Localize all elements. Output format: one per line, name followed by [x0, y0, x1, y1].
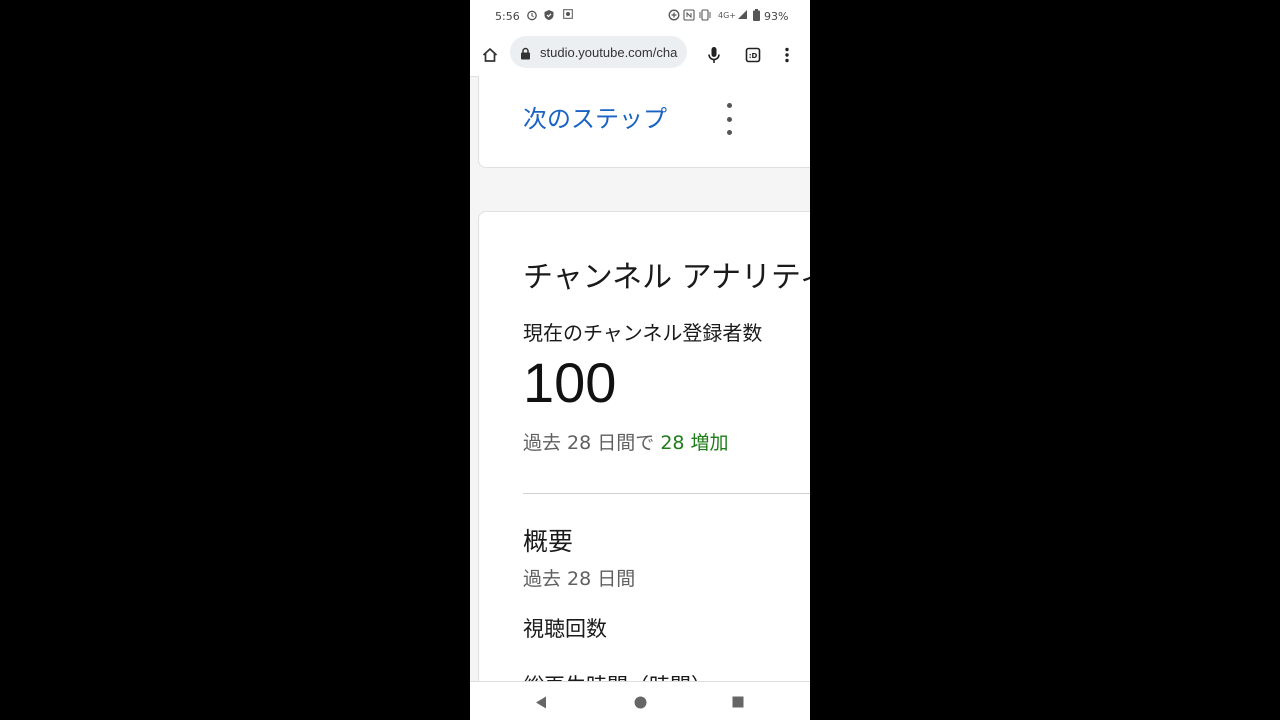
status-bar: 5:56 4G+ 93%: [470, 0, 810, 34]
signal-icon: [737, 9, 748, 24]
summary-period: 過去 28 日間: [523, 568, 636, 590]
analytics-title: チャンネル アナリティクス: [523, 260, 810, 295]
url-text: studio.youtube.com/cha: [540, 45, 678, 60]
shield-icon: [543, 9, 555, 25]
card-menu-icon[interactable]: [719, 103, 739, 135]
page-content[interactable]: 次のステップ チャンネル アナリティクス 現在のチャンネル登録者数 100 過去…: [470, 76, 810, 681]
screen-record-icon: [563, 9, 573, 23]
change-value: 28 増加: [660, 432, 729, 454]
home-circle-icon[interactable]: [628, 690, 652, 714]
metric-watch-time-label: 総再生時間（時間）: [523, 670, 712, 681]
mic-icon[interactable]: [699, 40, 729, 70]
battery-level: 93%: [764, 10, 789, 23]
battery-icon: [753, 9, 760, 25]
vibrate-icon: [698, 9, 712, 25]
metric-views-label: 視聴回数: [523, 617, 607, 641]
tab-switcher-icon[interactable]: :D: [738, 40, 768, 70]
data-saver-icon: [668, 9, 680, 25]
divider: [523, 493, 810, 494]
home-icon[interactable]: [475, 40, 505, 70]
lock-icon: [520, 45, 531, 64]
status-time: 5:56: [495, 10, 520, 23]
system-nav-bar: [470, 681, 810, 720]
next-steps-link[interactable]: 次のステップ: [523, 99, 667, 134]
nfc-icon: [683, 9, 695, 25]
phone-screen: 5:56 4G+ 93% studio.youtube.com/cha:D 次…: [470, 0, 810, 720]
url-bar[interactable]: studio.youtube.com/cha: [510, 36, 687, 68]
subscriber-change: 過去 28 日間で 28 増加: [523, 428, 729, 455]
more-vert-icon[interactable]: [772, 40, 802, 70]
channel-analytics-card: チャンネル アナリティクス 現在のチャンネル登録者数 100 過去 28 日間で…: [478, 211, 810, 681]
next-steps-card: 次のステップ: [478, 76, 810, 168]
summary-title: 概要: [523, 527, 574, 556]
back-icon[interactable]: [529, 690, 553, 714]
alarm-icon: [526, 9, 538, 25]
subscribers-label: 現在のチャンネル登録者数: [523, 321, 763, 345]
recents-icon[interactable]: [726, 690, 750, 714]
network-type: 4G+: [718, 11, 736, 20]
subscribers-count: 100: [523, 351, 617, 414]
svg-text::D: :D: [749, 52, 758, 60]
browser-toolbar: studio.youtube.com/cha :D: [470, 34, 810, 77]
change-prefix: 過去 28 日間で: [523, 432, 655, 454]
